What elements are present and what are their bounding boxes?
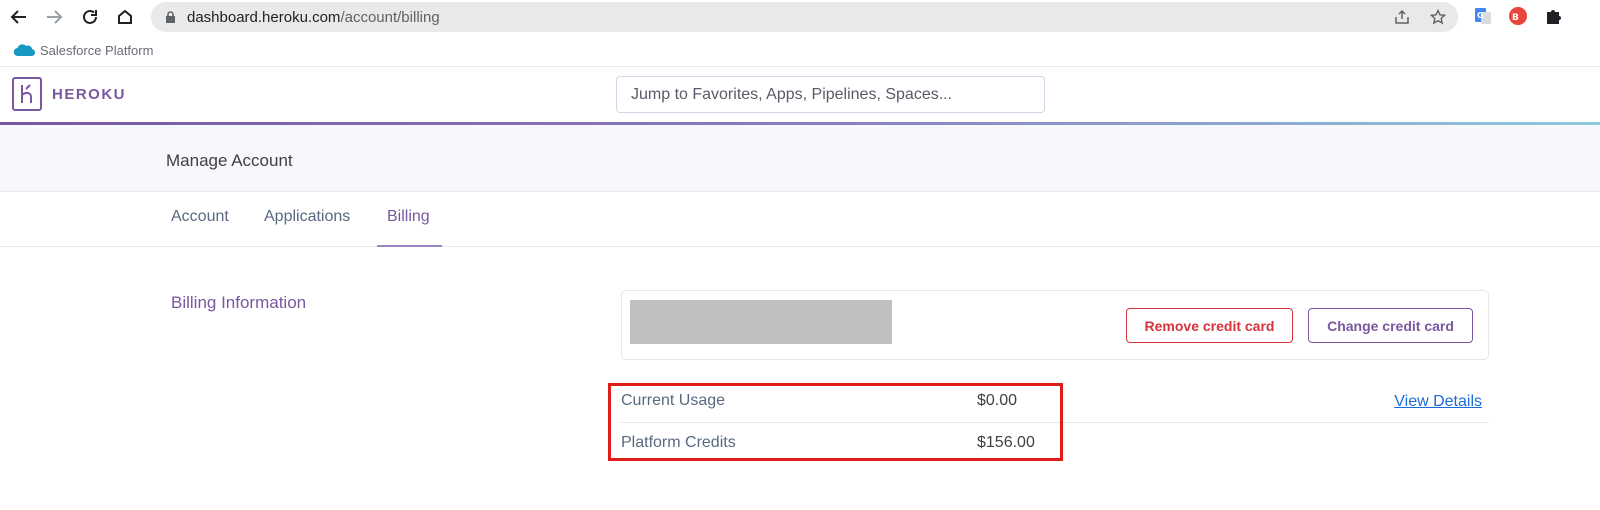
translate-extension-icon[interactable]: G: [1472, 5, 1494, 27]
salesforce-label: Salesforce Platform: [40, 42, 154, 58]
puzzle-icon[interactable]: [1542, 5, 1564, 27]
forward-icon[interactable]: [37, 0, 71, 34]
red-extension-icon[interactable]: B: [1507, 5, 1529, 27]
view-details-link[interactable]: View Details: [1394, 393, 1482, 411]
change-credit-card-button[interactable]: Change credit card: [1308, 308, 1473, 343]
lock-icon: [163, 10, 177, 24]
heroku-logo-icon: [12, 77, 42, 111]
reload-icon[interactable]: [73, 0, 107, 34]
tab-account[interactable]: Account: [171, 208, 229, 226]
billing-content: Billing Information Remove credit card C…: [0, 247, 1600, 510]
page-title: Manage Account: [166, 151, 293, 170]
salesforce-cloud-icon: [13, 44, 36, 57]
heroku-logo-text: HEROKU: [52, 85, 127, 103]
heroku-header: HEROKU: [0, 67, 1600, 122]
star-icon[interactable]: [1428, 7, 1448, 27]
address-bar[interactable]: dashboard.heroku.com/account/billing: [151, 2, 1458, 32]
billing-section-title: Billing Information: [171, 293, 307, 312]
browser-toolbar: dashboard.heroku.com/account/billing G B: [0, 0, 1600, 34]
salesforce-bar: Salesforce Platform: [0, 34, 1600, 67]
share-icon[interactable]: [1392, 7, 1412, 27]
url-text: dashboard.heroku.com/account/billing: [187, 8, 440, 26]
heroku-logo[interactable]: HEROKU: [12, 77, 126, 111]
search-input[interactable]: [616, 76, 1045, 113]
tab-applications[interactable]: Applications: [264, 208, 350, 226]
svg-text:G: G: [1477, 11, 1484, 20]
svg-text:B: B: [1512, 13, 1519, 23]
credit-card-panel: Remove credit card Change credit card: [621, 290, 1489, 360]
redacted-card-info: [630, 300, 892, 344]
home-icon[interactable]: [108, 0, 142, 34]
tab-billing[interactable]: Billing: [387, 208, 430, 226]
remove-credit-card-button[interactable]: Remove credit card: [1126, 308, 1293, 343]
account-tabs: Account Applications Billing: [0, 192, 1600, 247]
manage-account-banner: Manage Account: [0, 125, 1600, 192]
back-icon[interactable]: [2, 0, 36, 34]
highlight-box: [608, 383, 1063, 461]
